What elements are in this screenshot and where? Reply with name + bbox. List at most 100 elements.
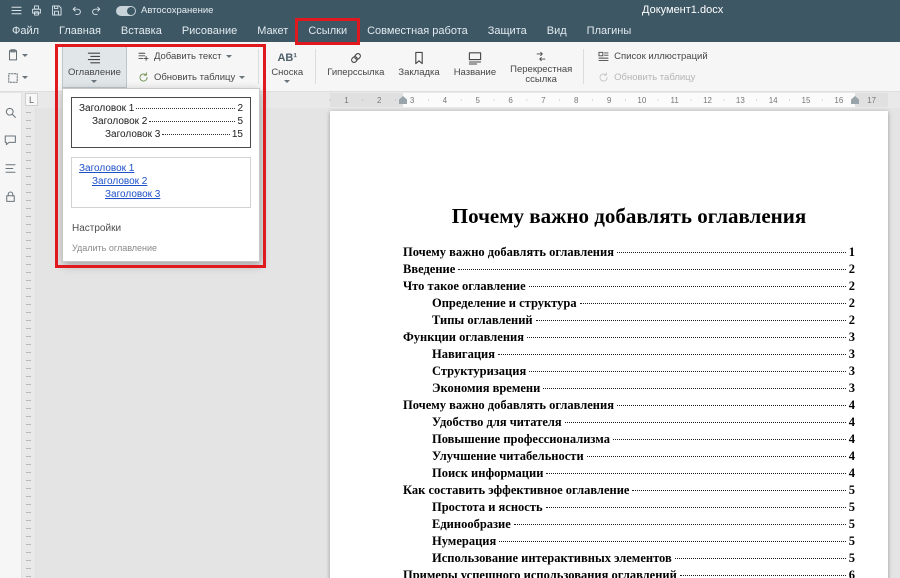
toc-entry[interactable]: Удобство для читателя 4 [403, 415, 855, 432]
toc-entry[interactable]: Определение и структура 2 [403, 296, 855, 313]
toc-entry[interactable]: Введение 2 [403, 262, 855, 279]
toc-entry[interactable]: Экономия времени 3 [403, 381, 855, 398]
ribbon-tab[interactable]: Макет [247, 21, 298, 42]
toc-leader-dots [543, 388, 845, 389]
redo-icon[interactable] [86, 2, 106, 19]
toc-entry-page: 4 [849, 449, 855, 464]
toc-preview-label: Заголовок 3 [105, 129, 160, 140]
tab-stop-selector[interactable]: L [25, 93, 38, 106]
document-page[interactable]: Почему важно добавлять оглавления Почему… [330, 111, 888, 578]
document-filename: Документ1.docx [642, 0, 723, 21]
toc-entry[interactable]: Как составить эффективное оглавление 5 [403, 483, 855, 500]
toc-leader-dots [546, 473, 845, 474]
vertical-ruler[interactable] [22, 108, 36, 578]
toc-leader-dots [587, 456, 846, 457]
toc-entry[interactable]: Использование интерактивных элементов 5 [403, 551, 855, 568]
toc-entry[interactable]: Единообразие 5 [403, 517, 855, 534]
toc-field[interactable]: Почему важно добавлять оглавления 1 Введ… [403, 245, 855, 578]
toc-entry-label: Введение [403, 262, 455, 277]
toc-preview-link-label: Заголовок 1 [79, 163, 134, 174]
titlebar: Автосохранение Документ1.docx ФайлГлавна… [0, 0, 900, 42]
undo-icon[interactable] [66, 2, 86, 19]
paste-style-button[interactable] [2, 48, 32, 62]
update-table-disabled-button: Обновить таблицу [594, 69, 711, 86]
toc-leader-dots [546, 507, 846, 508]
toc-preview-page: 15 [232, 129, 243, 140]
chevron-down-icon [226, 55, 232, 58]
toc-entry[interactable]: Что такое оглавление 2 [403, 279, 855, 296]
toc-entry[interactable]: Нумерация 5 [403, 534, 855, 551]
toc-entry-page: 3 [849, 330, 855, 345]
toc-style-option-links[interactable]: Заголовок 1 Заголовок 2 Заголовок 3 [71, 157, 251, 208]
toc-preview-link-label: Заголовок 3 [105, 189, 160, 200]
ribbon-tab[interactable]: Плагины [577, 21, 642, 42]
toc-entry-page: 5 [849, 483, 855, 498]
toc-remove-item[interactable]: Удалить оглавление [71, 235, 251, 256]
toc-entry-page: 6 [849, 568, 855, 578]
toc-entry-label: Определение и структура [432, 296, 577, 311]
menu-icon[interactable] [6, 2, 26, 19]
toc-entry-label: Простота и ясность [432, 500, 543, 515]
toc-settings-item[interactable]: Настройки [71, 217, 251, 235]
toc-preview-leader [136, 108, 235, 109]
ruler-number: 16 [822, 93, 855, 107]
toc-entry[interactable]: Улучшение читабельности 4 [403, 449, 855, 466]
toc-entry[interactable]: Примеры успешного использования оглавлен… [403, 568, 855, 578]
ruler-number: 17 [855, 93, 888, 107]
toc-entry-label: Поиск информации [432, 466, 543, 481]
search-icon[interactable] [3, 105, 19, 121]
lock-icon[interactable] [3, 189, 19, 205]
toc-leader-dots [527, 337, 846, 338]
select-tool-button[interactable] [2, 71, 32, 85]
ribbon-tab[interactable]: Рисование [172, 21, 247, 42]
toc-entry[interactable]: Простота и ясность 5 [403, 500, 855, 517]
refresh-icon [597, 71, 610, 84]
toc-preview-leader [162, 134, 230, 135]
toc-style-option-classic[interactable]: Заголовок 1 2 Заголовок 2 5 Заголовок 3 … [71, 97, 251, 148]
add-text-button[interactable]: Добавить текст [134, 48, 248, 65]
cross-reference-button[interactable]: Перекрестная ссылка [504, 45, 578, 88]
print-icon[interactable] [26, 2, 46, 19]
toc-leader-dots [613, 439, 846, 440]
toc-leader-dots [529, 286, 846, 287]
footnote-button[interactable]: AB¹ Сноска [264, 45, 310, 88]
comments-icon[interactable] [3, 133, 19, 149]
toc-leader-dots [498, 354, 846, 355]
autosave-label: Автосохранение [141, 5, 213, 16]
caption-icon [466, 50, 484, 66]
toc-entry[interactable]: Поиск информации 4 [403, 466, 855, 483]
figures-index-button[interactable]: Список иллюстраций [594, 48, 711, 65]
cross-reference-icon [532, 50, 550, 63]
ribbon-tab[interactable]: Главная [49, 21, 111, 42]
ribbon-tab[interactable]: Совместная работа [357, 21, 478, 42]
ribbon-tab[interactable]: Вид [537, 21, 577, 42]
toc-entry-page: 5 [849, 534, 855, 549]
ribbon-tab[interactable]: Файл [2, 21, 49, 42]
ribbon-tab[interactable]: Ссылки [298, 21, 357, 42]
ribbon-tab[interactable]: Защита [478, 21, 537, 42]
toc-preview-label: Заголовок 2 [92, 116, 147, 127]
table-of-contents-button[interactable]: Оглавление [62, 45, 127, 88]
save-icon[interactable] [46, 2, 66, 19]
toc-entry[interactable]: Структуризация 3 [403, 364, 855, 381]
toc-entry-page: 3 [849, 381, 855, 396]
toc-entry[interactable]: Функции оглавления 3 [403, 330, 855, 347]
toc-entry[interactable]: Почему важно добавлять оглавления 1 [403, 245, 855, 262]
hyperlink-button[interactable]: Гиперссылка [321, 45, 390, 88]
toc-leader-dots [675, 558, 846, 559]
toc-entry[interactable]: Почему важно добавлять оглавления 4 [403, 398, 855, 415]
toc-entry[interactable]: Повышение профессионализма 4 [403, 432, 855, 449]
horizontal-ruler[interactable]: 1234567891011121314151617 [330, 93, 888, 107]
caption-button[interactable]: Название [448, 45, 502, 88]
toc-entry-page: 5 [849, 517, 855, 532]
caption-label: Название [454, 68, 496, 78]
toc-entry-label: Улучшение читабельности [432, 449, 584, 464]
toc-entry[interactable]: Типы оглавлений 2 [403, 313, 855, 330]
autosave-toggle[interactable]: Автосохранение [116, 5, 213, 16]
update-table-button[interactable]: Обновить таблицу [134, 69, 248, 86]
toc-entry-label: Как составить эффективное оглавление [403, 483, 629, 498]
navigation-icon[interactable] [3, 161, 19, 177]
ribbon-tab[interactable]: Вставка [111, 21, 172, 42]
bookmark-button[interactable]: Закладка [392, 45, 445, 88]
toc-entry[interactable]: Навигация 3 [403, 347, 855, 364]
